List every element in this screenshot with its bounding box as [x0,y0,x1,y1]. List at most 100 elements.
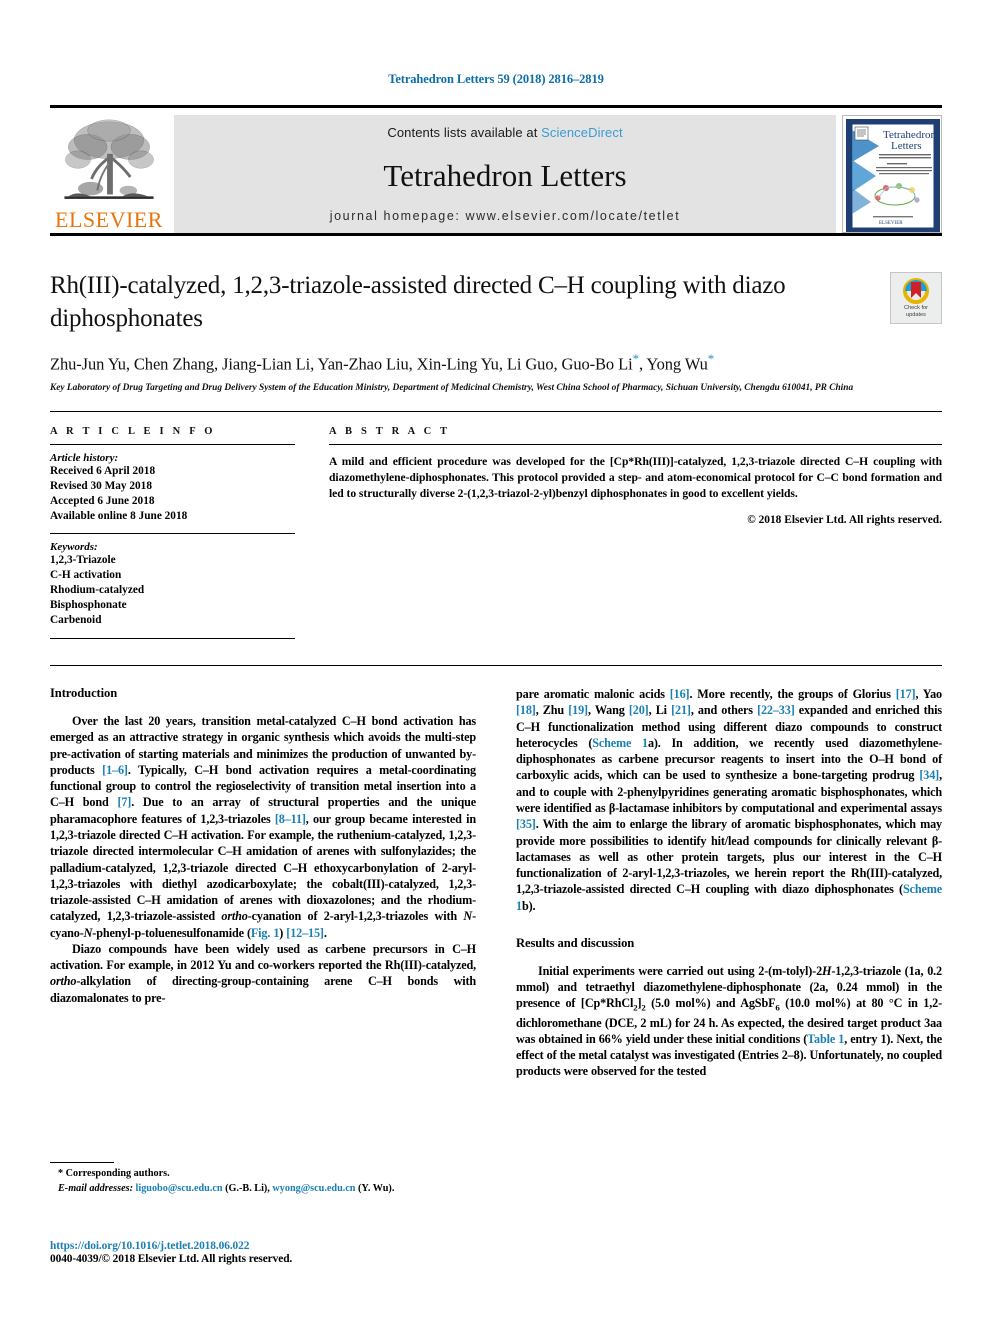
t-italic: ortho [221,909,248,924]
crossmark-badge[interactable]: Check for updates [890,272,942,324]
section-heading-introduction: Introduction [50,685,118,700]
issn-copyright-line: 0040-4039/© 2018 Elsevier Ltd. All right… [50,1253,293,1265]
abstract-rights: © 2018 Elsevier Ltd. All rights reserved… [747,513,942,526]
corresponding-authors-note: * Corresponding authors. [58,1168,170,1179]
citation-ref[interactable]: [17] [896,687,916,701]
affiliation: Key Laboratory of Drug Targeting and Dru… [50,382,854,393]
table-ref[interactable]: Table 1 [807,1032,844,1046]
compound-label: 1a [908,963,921,978]
t: was obtained in 66% yield under these in… [516,1031,808,1046]
t: , Zhu [535,703,569,718]
abstract-heading: A B S T R A C T [329,425,451,437]
t: pare aromatic malonic acids [516,686,670,701]
compound-label: 2a [813,980,826,995]
svg-text:ELSEVIER: ELSEVIER [879,221,903,226]
sciencedirect-link[interactable]: ScienceDirect [541,125,623,140]
article-info-column: A R T I C L E I N F O Article history: R… [50,426,295,639]
t: , Wang [587,703,629,718]
email-attrib-2: (Y. Wu). [355,1182,395,1194]
info-abstract-row: A R T I C L E I N F O Article history: R… [50,426,942,639]
citation-ref[interactable]: [7] [117,795,131,809]
authors-main: Zhu-Jun Yu, Chen Zhang, Jiang-Lian Li, Y… [50,354,633,374]
t: , Li [648,703,672,718]
t: -cyanation of 2-aryl-1,2,3-triazoles wit… [247,909,464,924]
crossmark-label-line1: Check for [904,304,928,311]
elsevier-wordmark: ELSEVIER [55,207,163,232]
figure-ref[interactable]: Fig. 1 [251,926,280,940]
page-title: Rh(III)-catalyzed, 1,2,3-triazole-assist… [50,272,786,332]
journal-title: Tetrahedron Letters [383,157,627,193]
history-revised: Revised 30 May 2018 [50,479,152,492]
journal-homepage-link[interactable]: journal homepage: www.elsevier.com/locat… [330,209,681,223]
email-link-2[interactable]: wyong@scu.edu.cn [272,1183,355,1194]
section-heading-results: Results and discussion [516,935,635,950]
t: -1,2,3-triazole ( [831,963,909,978]
citation-ref[interactable]: [35] [516,817,536,831]
citation-ref[interactable]: [16] [670,687,690,701]
doi-block: https://doi.org/10.1016/j.tetlet.2018.06… [50,1240,520,1265]
masthead-center-panel: Contents lists available at ScienceDirec… [174,115,836,233]
citation-ref[interactable]: [19] [568,703,588,717]
t-italic: N [463,909,473,924]
running-head: Tetrahedron Letters 59 (2018) 2816–2819 [388,72,604,86]
citation-ref[interactable]: [22–33] [757,703,795,717]
intro-paragraph-1: Over the last 20 years, transition metal… [50,713,476,941]
abstract-text: A mild and efficient procedure was devel… [329,454,942,501]
authors-tail: , Yong Wu [638,354,708,374]
citation-ref[interactable]: [34] [919,768,939,782]
citation-ref[interactable]: [21] [671,703,691,717]
t: -phenyl-p-toluenesulfonamide ( [92,925,251,940]
body-left-column: Introduction Over the last 20 years, tra… [50,686,476,1080]
email-link-1[interactable]: liguobo@scu.edu.cn [136,1183,223,1194]
citation-ref[interactable]: [1–6] [102,763,128,777]
info-bottom-rule [50,637,295,639]
history-accepted: Accepted 6 June 2018 [50,494,155,507]
email-addresses-note: E-mail addresses: liguobo@scu.edu.cn (G.… [50,1182,476,1197]
citation-ref[interactable]: [12–15] [286,926,324,940]
doi-link[interactable]: https://doi.org/10.1016/j.tetlet.2018.06… [50,1240,520,1252]
article-info-heading: A R T I C L E I N F O [50,425,216,437]
keyword-item: Rhodium-catalyzed [50,583,145,596]
keyword-item: C-H activation [50,568,122,581]
keyword-item: 1,2,3-Triazole [50,553,116,566]
t: , our group became interested in 1,2,3-t… [50,811,476,924]
abstract-column: A B S T R A C T A mild and efficient pro… [329,426,942,639]
email-attrib-1: (G.-B. Li), [222,1182,273,1194]
t: Diazo compounds have been widely used as… [50,941,476,973]
t: (5.0 mol%) and AgSbF [645,996,776,1011]
journal-masthead: ELSEVIER Contents lists available at Sci… [50,105,942,233]
title-bottom-rule [50,410,942,412]
t: . More recently, the groups of Glorius [689,686,896,701]
article-info-rule [50,443,295,445]
t-italic: ortho [50,974,77,989]
email-label: E-mail addresses: [58,1182,133,1194]
body-top-rule [50,664,942,666]
t: , and others [690,703,758,718]
results-paragraph-1: Initial experiments were carried out usi… [516,963,942,1080]
elsevier-tree-icon [64,119,154,199]
article-history-label: Article history: [50,451,119,464]
citation-ref[interactable]: [8–11] [275,812,306,826]
title-block: Rh(III)-catalyzed, 1,2,3-triazole-assist… [50,270,942,395]
t-italic: N [83,925,93,940]
history-received: Received 6 April 2018 [50,464,156,477]
crossmark-label: Check for updates [904,305,928,319]
keyword-item: Bisphosphonate [50,598,127,611]
t-italic: H [822,963,832,978]
compound-label: 3aa [924,1015,942,1030]
t: , Yao [915,686,942,701]
article-page: Tetrahedron Letters 59 (2018) 2816–2819 [0,0,992,1323]
corresponding-marker-2: * [707,351,715,366]
citation-ref[interactable]: [20] [629,703,649,717]
crossmark-icon [903,277,929,304]
t: Initial experiments were carried out usi… [538,963,823,978]
t: b). [521,898,536,913]
citation-ref[interactable]: [18] [516,703,536,717]
journal-cover-thumbnail: Tetrahedron Letters ELSEVIER [842,115,942,233]
svg-text:Letters: Letters [891,140,922,152]
contents-available-line: Contents lists available at ScienceDirec… [387,125,622,140]
intro-paragraph-2: Diazo compounds have been widely used as… [50,941,476,1006]
body-right-column: pare aromatic malonic acids [16]. More r… [516,686,942,1080]
scheme-ref[interactable]: Scheme 1 [592,736,648,750]
keywords-rule [50,532,295,534]
